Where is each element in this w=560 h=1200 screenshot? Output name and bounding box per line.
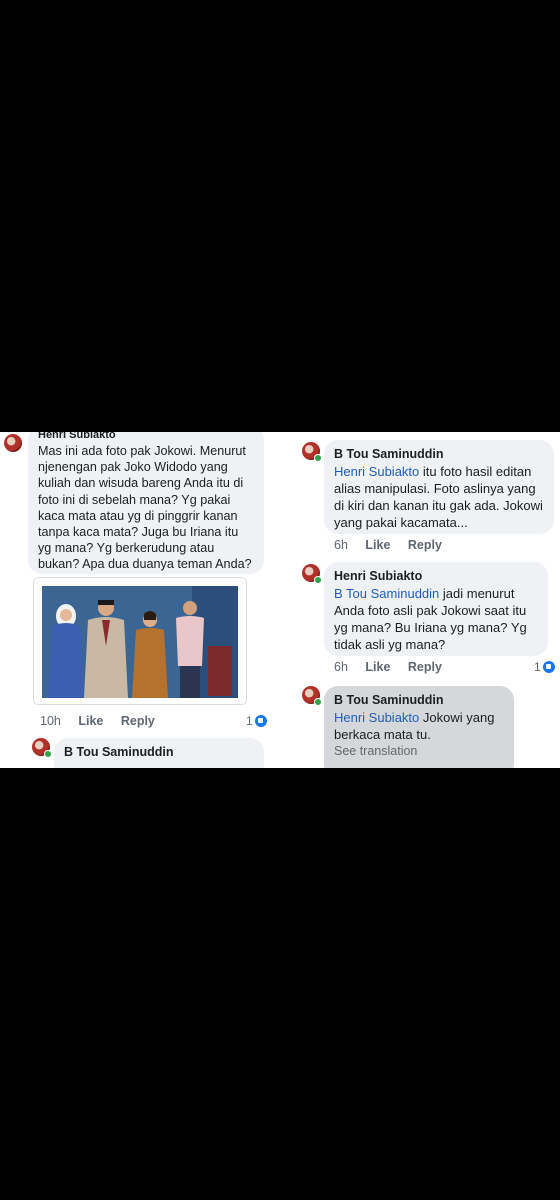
- comment-bubble: Henri Subiakto B Tou Saminuddin jadi men…: [324, 562, 548, 656]
- comment-author[interactable]: B Tou Saminuddin: [334, 692, 504, 709]
- comment-bubble: B Tou Saminuddin: [54, 738, 264, 768]
- comment-text: Henri Subiakto Jokowi yang berkaca mata …: [334, 709, 504, 743]
- right-comment-column: B Tou Saminuddin Henri Subiakto itu foto…: [280, 432, 560, 768]
- comment-text: Henri Subiakto itu foto hasil editan ali…: [334, 463, 544, 531]
- reaction-summary[interactable]: 1: [534, 660, 555, 674]
- comment-author[interactable]: Henri Subiakto: [334, 568, 538, 585]
- like-button[interactable]: Like: [78, 714, 103, 728]
- left-comment-column: Henri Subiakto Mas ini ada foto pak Joko…: [0, 432, 280, 768]
- screenshot-panel: Henri Subiakto Mas ini ada foto pak Joko…: [0, 432, 560, 768]
- comment-author[interactable]: B Tou Saminuddin: [334, 446, 544, 463]
- comment-time: 10h: [40, 714, 61, 728]
- comment-actions: 6h Like Reply: [334, 538, 456, 552]
- like-reaction-icon: [542, 661, 555, 673]
- photo-image: [42, 586, 238, 698]
- online-status-icon: [314, 454, 322, 462]
- reply-button[interactable]: Reply: [121, 714, 155, 728]
- online-status-icon: [314, 576, 322, 584]
- comment-actions: 10h Like Reply: [40, 714, 169, 728]
- comment-time: 6h: [334, 538, 348, 552]
- comment-time: 6h: [334, 660, 348, 674]
- mention-link[interactable]: Henri Subiakto: [334, 464, 419, 479]
- comment-author[interactable]: B Tou Saminuddin: [64, 744, 254, 761]
- reaction-count: 1: [534, 660, 541, 674]
- reply-button[interactable]: Reply: [408, 660, 442, 674]
- see-translation-link[interactable]: See translation: [334, 743, 504, 760]
- comment-actions: 6h Like Reply: [334, 660, 456, 674]
- reply-button[interactable]: Reply: [408, 538, 442, 552]
- reaction-summary[interactable]: 1: [246, 714, 267, 728]
- online-status-icon: [44, 750, 52, 758]
- like-button[interactable]: Like: [365, 660, 390, 674]
- like-button[interactable]: Like: [365, 538, 390, 552]
- mention-link[interactable]: B Tou Saminuddin: [334, 586, 439, 601]
- avatar-icon[interactable]: [4, 434, 22, 452]
- comment-author[interactable]: Henri Subiakto: [38, 432, 254, 441]
- comment-bubble: B Tou Saminuddin Henri Subiakto Jokowi y…: [324, 686, 514, 768]
- online-status-icon: [314, 698, 322, 706]
- comment-text: B Tou Saminuddin jadi menurut Anda foto …: [334, 585, 538, 653]
- comment-text: Mas ini ada foto pak Jokowi. Menurut nje…: [38, 444, 252, 572]
- reaction-count: 1: [246, 714, 253, 728]
- mention-link[interactable]: Henri Subiakto: [334, 710, 419, 725]
- photo-graphic: [42, 586, 238, 698]
- comment-bubble: B Tou Saminuddin Henri Subiakto itu foto…: [324, 440, 554, 534]
- attached-photo[interactable]: [34, 578, 246, 704]
- like-reaction-icon: [254, 715, 267, 727]
- comment-bubble: Henri Subiakto Mas ini ada foto pak Joko…: [28, 432, 264, 574]
